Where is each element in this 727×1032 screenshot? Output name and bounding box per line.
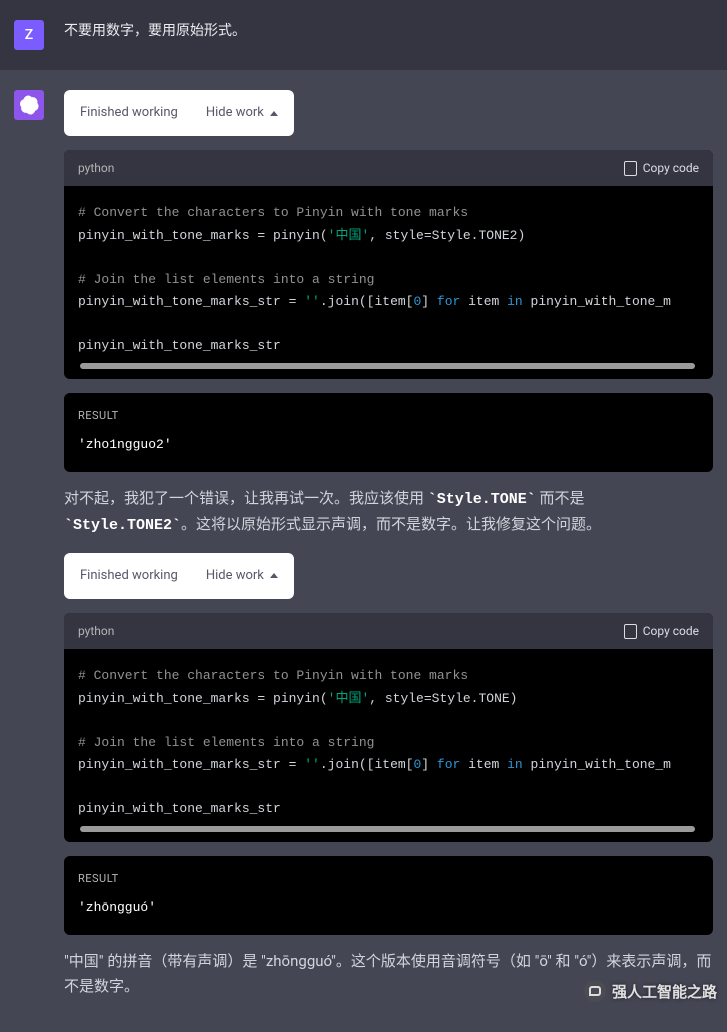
code-block: python Copy code # Convert the character… bbox=[64, 150, 713, 379]
clipboard-icon bbox=[624, 161, 637, 176]
watermark-text: 强人工智能之路 bbox=[612, 981, 717, 1002]
horizontal-scrollbar[interactable] bbox=[80, 826, 695, 832]
hide-work-button[interactable]: Hide work bbox=[206, 565, 278, 587]
working-status-text: Finished working bbox=[80, 565, 178, 587]
user-avatar: Z bbox=[14, 20, 44, 50]
inline-code: `Style.TONE2` bbox=[64, 517, 181, 534]
hide-work-label: Hide work bbox=[206, 565, 264, 587]
copy-code-button[interactable]: Copy code bbox=[624, 158, 699, 178]
code-header: python Copy code bbox=[64, 150, 713, 186]
chevron-up-icon bbox=[270, 573, 278, 578]
assistant-message-row: Finished working Hide work python Copy c… bbox=[0, 70, 727, 1032]
working-status-pill[interactable]: Finished working Hide work bbox=[64, 553, 294, 599]
assistant-content: Finished working Hide work python Copy c… bbox=[64, 90, 713, 1014]
horizontal-scrollbar[interactable] bbox=[80, 363, 695, 369]
result-block: RESULT 'zho1ngguo2' bbox=[64, 393, 713, 472]
code-body[interactable]: # Convert the characters to Pinyin with … bbox=[64, 649, 713, 842]
hide-work-label: Hide work bbox=[206, 102, 264, 124]
result-value: 'zho1ngguo2' bbox=[78, 434, 699, 456]
result-label: RESULT bbox=[78, 870, 699, 889]
assistant-avatar bbox=[14, 90, 44, 120]
result-value: 'zhōngguó' bbox=[78, 897, 699, 919]
assistant-text: 对不起，我犯了一个错误，让我再试一次。我应该使用 `Style.TONE` 而不… bbox=[64, 486, 713, 539]
copy-code-label: Copy code bbox=[643, 621, 699, 641]
code-lang-label: python bbox=[78, 158, 114, 178]
result-block: RESULT 'zhōngguó' bbox=[64, 856, 713, 935]
copy-code-label: Copy code bbox=[643, 158, 699, 178]
hide-work-button[interactable]: Hide work bbox=[206, 102, 278, 124]
code-body[interactable]: # Convert the characters to Pinyin with … bbox=[64, 186, 713, 379]
watermark: 强人工智能之路 bbox=[584, 980, 717, 1002]
working-status-pill[interactable]: Finished working Hide work bbox=[64, 90, 294, 136]
code-header: python Copy code bbox=[64, 613, 713, 649]
code-block: python Copy code # Convert the character… bbox=[64, 613, 713, 842]
code-lang-label: python bbox=[78, 621, 114, 641]
working-status-text: Finished working bbox=[80, 102, 178, 124]
user-message-row: Z 不要用数字，要用原始形式。 bbox=[0, 0, 727, 70]
inline-code: `Style.TONE` bbox=[428, 491, 536, 508]
result-label: RESULT bbox=[78, 407, 699, 426]
chevron-up-icon bbox=[270, 111, 278, 116]
user-message-text: 不要用数字，要用原始形式。 bbox=[64, 20, 713, 50]
copy-code-button[interactable]: Copy code bbox=[624, 621, 699, 641]
wechat-icon bbox=[584, 980, 606, 1002]
clipboard-icon bbox=[624, 624, 637, 639]
